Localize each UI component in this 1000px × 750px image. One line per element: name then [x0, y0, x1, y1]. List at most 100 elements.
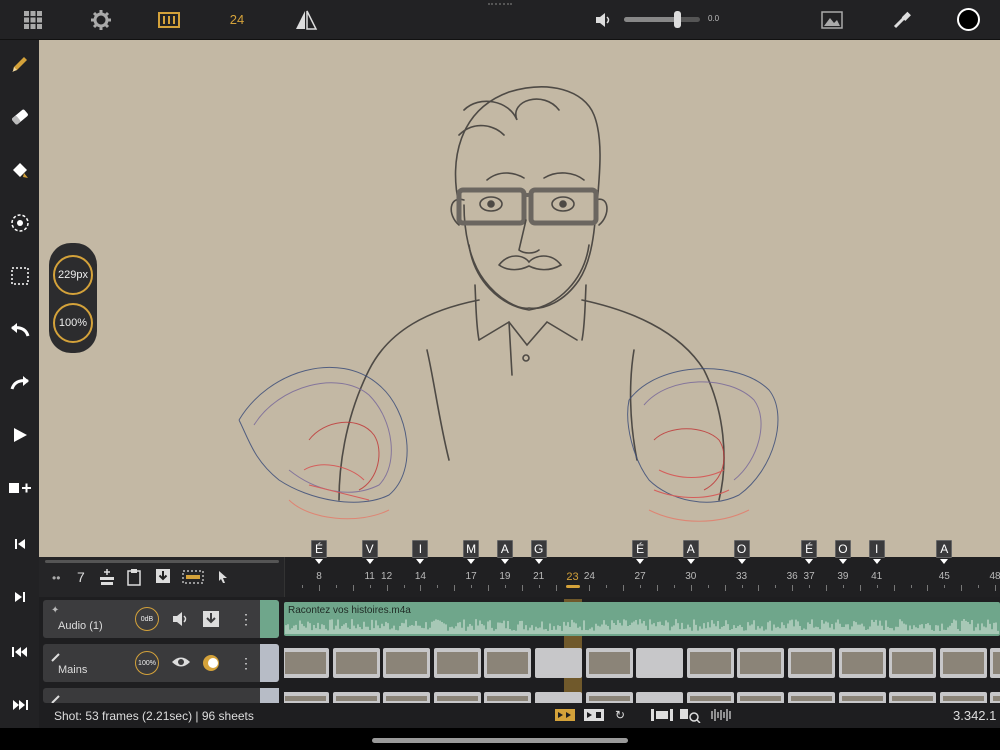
playhead-handle[interactable] [565, 585, 580, 588]
audio-gain-dial[interactable]: 0dB [135, 607, 159, 631]
first-frame-icon[interactable] [4, 528, 35, 559]
film-frames-icon[interactable] [155, 6, 182, 33]
lip-sync-marker[interactable]: A [682, 540, 699, 564]
frame-cell[interactable] [433, 692, 481, 703]
redo-icon[interactable] [4, 366, 35, 397]
frame-cell[interactable] [939, 648, 987, 678]
lip-sync-marker[interactable]: O [733, 540, 750, 564]
frame-cell[interactable] [636, 692, 684, 703]
frame-cell[interactable] [838, 648, 886, 678]
frame-cell[interactable] [484, 692, 532, 703]
frame-cell[interactable] [686, 648, 734, 678]
frame-cell[interactable] [585, 648, 633, 678]
frame-cell[interactable] [889, 648, 937, 678]
onion-skin-icon[interactable]: •• [52, 571, 60, 585]
frame-cell[interactable] [990, 648, 1000, 678]
eye-icon[interactable] [171, 655, 191, 674]
lip-sync-marker[interactable]: M [463, 540, 480, 564]
frame-cell[interactable] [535, 692, 582, 703]
fill-bucket-icon[interactable] [4, 154, 35, 185]
color-swatch[interactable] [955, 6, 982, 33]
loop-range-icon[interactable] [182, 570, 204, 589]
frame-cell[interactable] [585, 692, 633, 703]
frame-cell[interactable] [788, 692, 835, 703]
lip-sync-marker[interactable]: I [412, 540, 429, 564]
fps-button[interactable]: 24 [222, 6, 252, 33]
prev-keyframe-icon[interactable] [4, 636, 35, 667]
pointer-icon[interactable] [217, 570, 229, 589]
frame-ruler[interactable]: 8 11 12 14 17 19 21 23 24 27 30 33 36 37 39 41 45 48 É V I M A… [284, 540, 1000, 703]
frame-cell[interactable] [433, 648, 481, 678]
frame-cell[interactable] [383, 648, 431, 678]
frame-cell[interactable] [737, 692, 785, 703]
lip-sync-marker[interactable]: O [834, 540, 851, 564]
frame-cell[interactable] [939, 692, 987, 703]
loop-play-icon[interactable] [555, 709, 575, 724]
frame-step-icon[interactable] [584, 709, 604, 724]
frame-cell[interactable] [990, 692, 1000, 703]
timeline-scroll-bar[interactable] [45, 560, 279, 563]
frame-cell[interactable] [284, 692, 329, 703]
play-icon[interactable] [4, 419, 35, 450]
speaker-icon[interactable] [172, 611, 190, 632]
frame-cell[interactable] [535, 648, 582, 678]
frame-cell[interactable] [889, 692, 937, 703]
insert-layer-icon[interactable] [99, 568, 115, 591]
next-keyframe-icon[interactable] [4, 689, 35, 720]
third-track-frames[interactable] [284, 690, 1000, 703]
volume-slider[interactable] [624, 11, 700, 28]
onion-count[interactable]: 7 [77, 569, 85, 585]
frame-cell[interactable] [737, 648, 785, 678]
brush-opacity-dial[interactable]: 100% [53, 303, 93, 343]
frame-cell[interactable] [838, 692, 886, 703]
third-track-header[interactable] [43, 688, 279, 703]
mains-frames[interactable] [284, 646, 1000, 680]
eraser-icon[interactable] [4, 101, 35, 132]
drag-handle[interactable] [488, 3, 512, 8]
image-icon[interactable] [818, 6, 845, 33]
volume-knob[interactable] [674, 11, 682, 28]
lip-sync-marker[interactable]: A [936, 540, 953, 564]
lip-sync-marker[interactable]: V [361, 540, 378, 564]
brush-size-dial[interactable]: 229px [53, 255, 93, 295]
audio-track-header[interactable]: ✦ Audio (1) 0dB ⋮ [43, 600, 279, 638]
mains-track-header[interactable]: Mains 100% ⋮ [43, 644, 279, 682]
frame-cell[interactable] [636, 648, 684, 678]
frame-cell[interactable] [788, 648, 835, 678]
rotate-icon[interactable]: ↻ [615, 708, 625, 722]
download-icon[interactable] [155, 568, 171, 589]
import-audio-icon[interactable] [202, 610, 220, 633]
flip-icon[interactable] [292, 6, 319, 33]
eyedropper-icon[interactable] [888, 6, 915, 33]
zoom-frames-icon[interactable] [680, 709, 702, 726]
audio-clip[interactable]: Racontez vos histoires.m4a [284, 602, 1000, 636]
frame-width-icon[interactable] [651, 709, 673, 724]
frame-cell[interactable] [332, 648, 380, 678]
grid-icon[interactable] [19, 6, 46, 33]
speaker-icon[interactable] [593, 6, 615, 33]
undo-icon[interactable] [4, 313, 35, 344]
lip-sync-marker[interactable]: É [801, 540, 818, 564]
add-frame-icon[interactable] [4, 472, 35, 503]
frame-cell[interactable] [484, 648, 532, 678]
lip-sync-marker[interactable]: A [496, 540, 513, 564]
gear-icon[interactable] [87, 6, 114, 33]
lip-sync-marker[interactable]: É [311, 540, 327, 564]
selection-icon[interactable] [4, 260, 35, 291]
pencil-icon[interactable] [4, 48, 35, 79]
frame-cell[interactable] [332, 692, 380, 703]
lip-sync-marker[interactable]: I [868, 540, 885, 564]
waveform-icon[interactable] [710, 709, 732, 724]
last-frame-icon[interactable] [4, 581, 35, 612]
frame-cell[interactable] [383, 692, 431, 703]
mains-opacity-dial[interactable]: 100% [135, 651, 159, 675]
paste-icon[interactable] [126, 568, 142, 591]
onion-skin-toggle-icon[interactable] [201, 653, 221, 678]
lip-sync-marker[interactable]: É [632, 540, 649, 564]
audio-more-icon[interactable]: ⋮ [239, 611, 253, 628]
frame-cell[interactable] [284, 648, 329, 678]
frame-cell[interactable] [686, 692, 734, 703]
home-indicator[interactable] [372, 738, 628, 743]
smudge-icon[interactable] [4, 207, 35, 238]
lip-sync-marker[interactable]: G [530, 540, 547, 564]
